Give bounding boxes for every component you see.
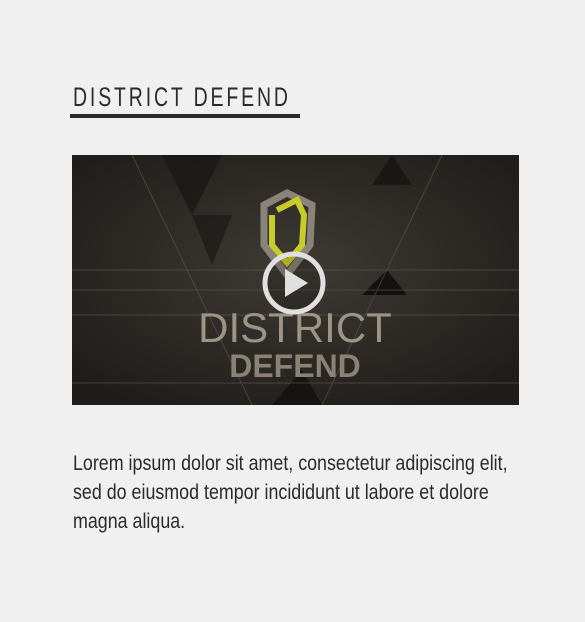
video-player[interactable]: DISTRICT DEFEND [72,155,519,405]
section-heading: DISTRICT DEFEND [73,82,291,112]
heading-underline [70,114,300,118]
play-icon[interactable] [262,251,326,315]
thumbnail-title-line2: DEFEND [229,348,361,384]
video-thumbnail: DISTRICT DEFEND [72,155,519,405]
body-paragraph: Lorem ipsum dolor sit amet, consectetur … [73,452,508,533]
